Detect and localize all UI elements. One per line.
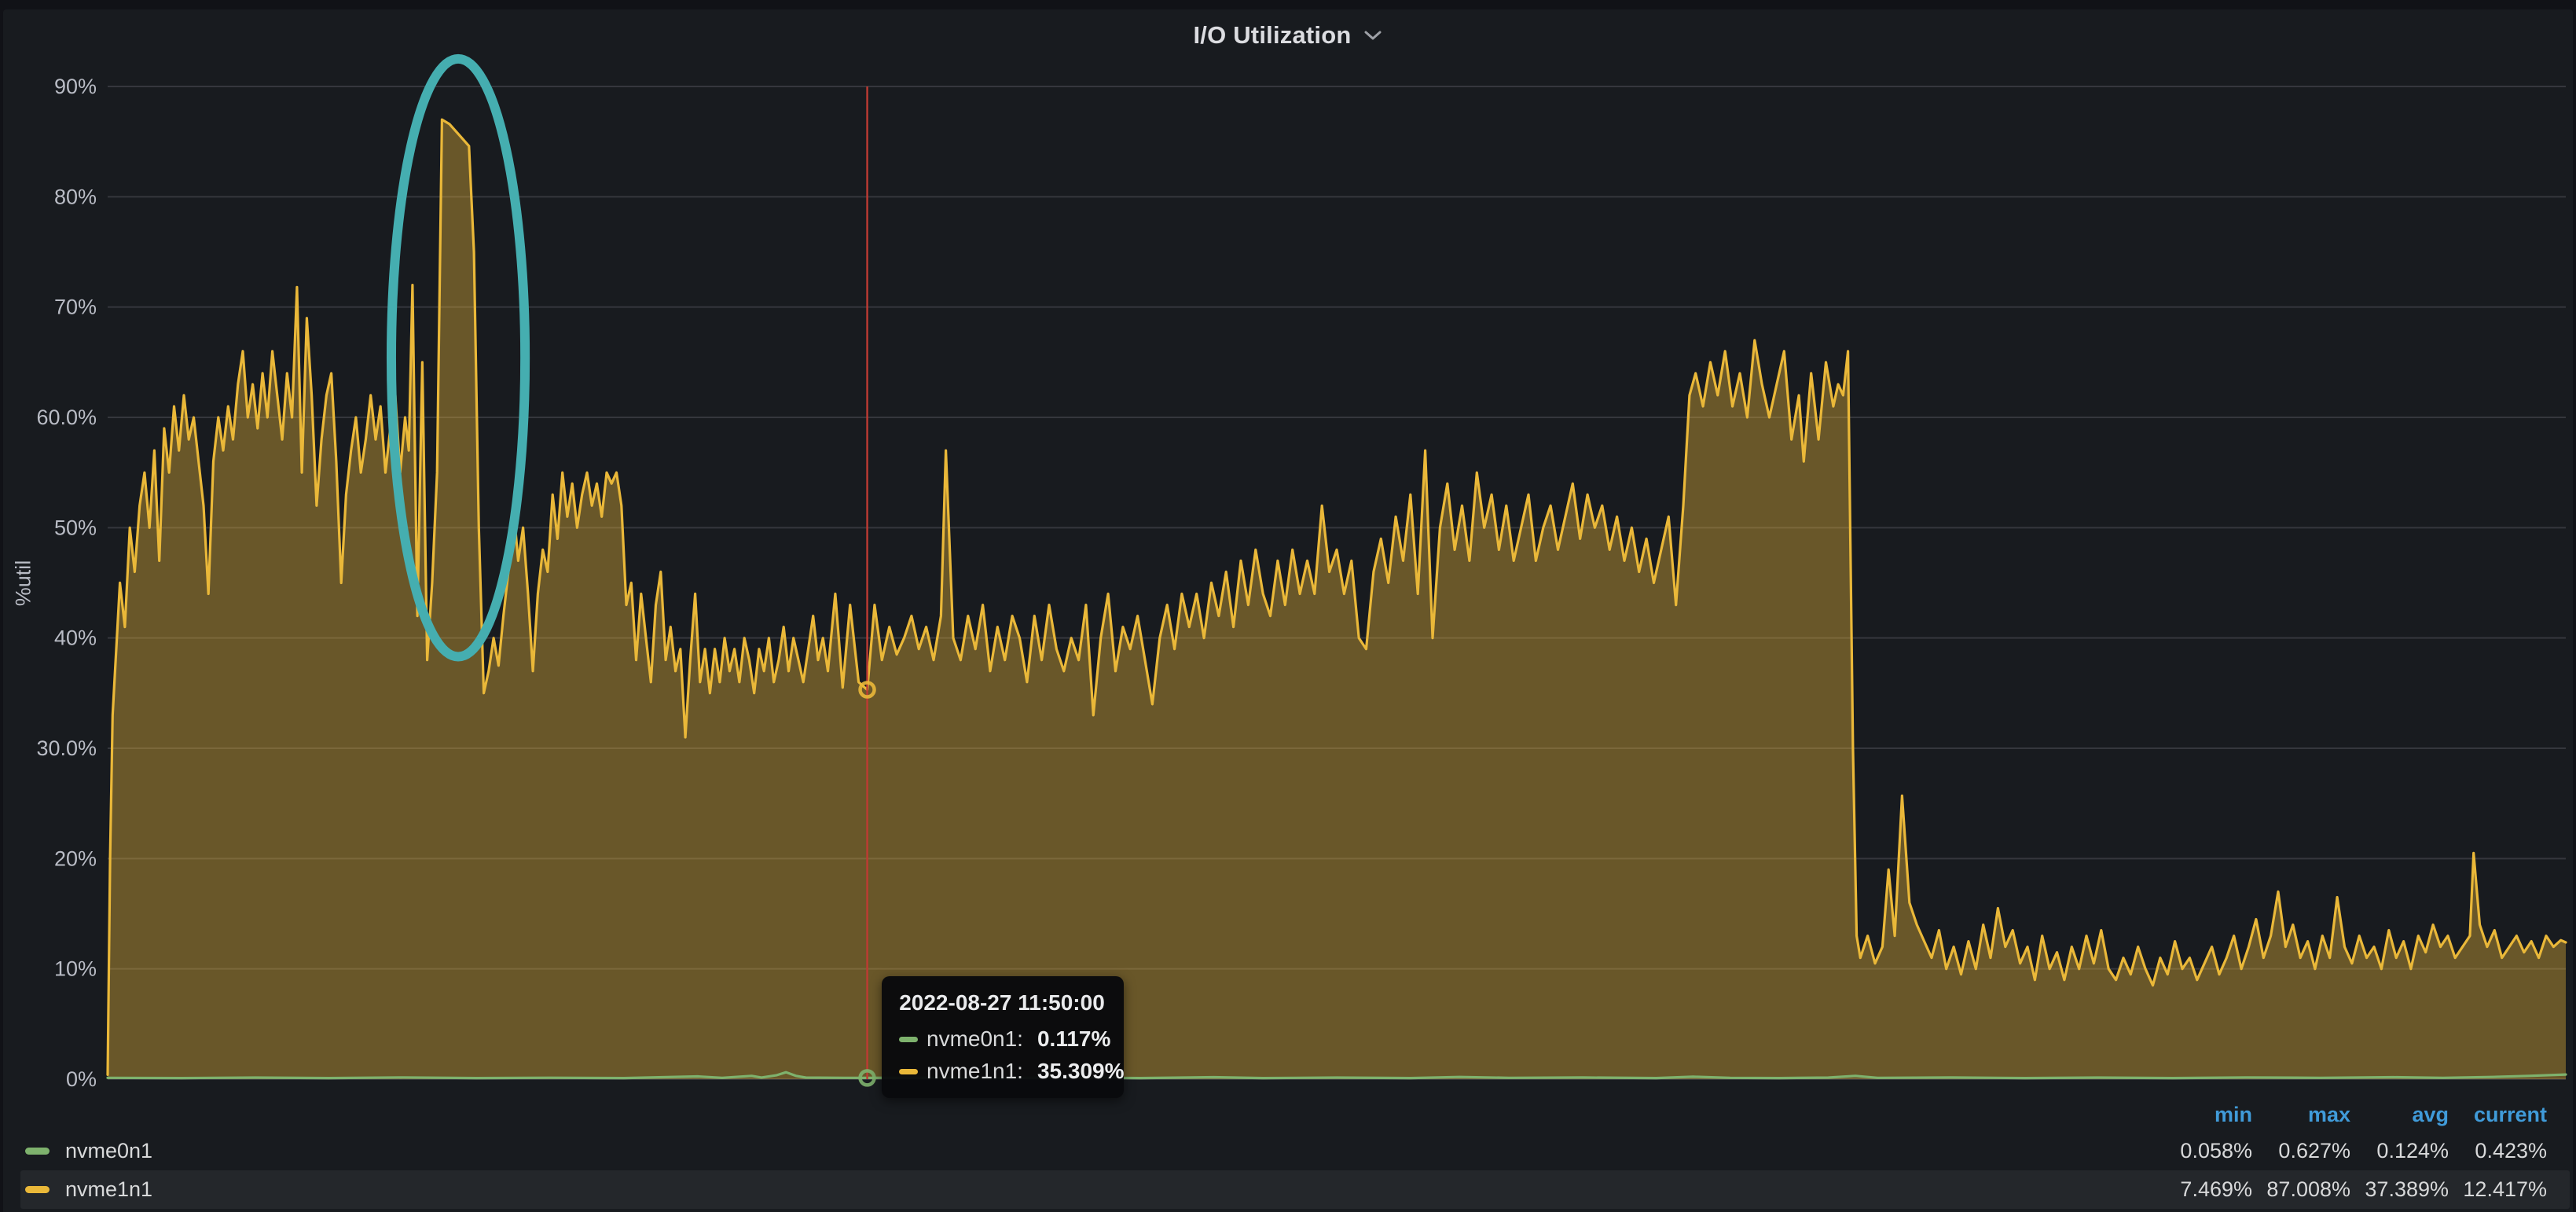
tooltip-series-value: 0.117% [1023,1027,1110,1052]
y-tick-label: 20% [54,847,97,870]
series-swatch-icon [25,1186,50,1193]
legend-min-value: 7.469% [2154,1177,2252,1202]
legend-current-value: 0.423% [2449,1139,2547,1163]
legend-row-nvme0n1: nvme0n1 0.058% 0.627% 0.124% 0.423% [20,1132,2570,1170]
y-tick-label: 10% [54,957,97,981]
series-swatch-icon [25,1148,50,1155]
legend-series-name: nvme0n1 [65,1139,152,1163]
legend-series-toggle[interactable]: nvme0n1 [20,1139,2154,1163]
y-tick-label: 80% [54,185,97,208]
tooltip-series-label: nvme0n1: [927,1027,1023,1052]
legend-current-value: 12.417% [2449,1177,2547,1202]
legend: min max avg current nvme0n1 0.058% 0.627… [0,1097,2576,1209]
y-tick-label: 70% [54,296,97,319]
panel-title[interactable]: I/O Utilization [1193,21,1351,50]
y-tick-label: 30.0% [36,736,97,760]
tooltip-series-label: nvme1n1: [927,1059,1023,1084]
legend-avg-value: 37.389% [2350,1177,2449,1202]
panel-header: I/O Utilization [0,9,2576,61]
tooltip-timestamp: 2022-08-27 11:50:00 [899,990,1105,1016]
y-tick-label: 40% [54,626,97,650]
legend-max-value: 87.008% [2252,1177,2350,1202]
legend-max-value: 0.627% [2252,1139,2350,1163]
y-tick-label: 0% [66,1067,97,1091]
io-utilization-chart[interactable]: 0% 10% 20% 30.0% 40% 50% 60.0% 70% 80% 90% [0,0,2576,1212]
legend-stat-avg[interactable]: avg [2350,1103,2449,1127]
legend-row-nvme1n1: nvme1n1 7.469% 87.008% 37.389% 12.417% [20,1170,2570,1209]
y-tick-label: 60.0% [36,406,97,429]
legend-stat-max[interactable]: max [2252,1103,2350,1127]
legend-series-name: nvme1n1 [65,1177,152,1202]
legend-series-toggle[interactable]: nvme1n1 [20,1177,2154,1202]
series-color-dash-icon [899,1037,918,1042]
tooltip-row-nvme1n1: nvme1n1: 35.309% [899,1059,1105,1084]
tooltip-series-value: 35.309% [1023,1059,1125,1084]
legend-stat-min[interactable]: min [2154,1103,2252,1127]
grafana-panel: I/O Utilization %util 0% 10% 20% 30.0% 40% 50… [0,0,2576,1212]
chevron-down-icon[interactable] [1363,28,1383,46]
series-area-nvme1n1 [108,119,2566,1079]
legend-stat-current[interactable]: current [2449,1103,2547,1127]
y-axis-unit-label: %util [12,560,36,607]
series-color-dash-icon [899,1069,918,1074]
y-tick-label: 50% [54,516,97,539]
legend-stats-header: min max avg current [0,1097,2576,1132]
chart-tooltip: 2022-08-27 11:50:00 nvme0n1: 0.117% nvme… [882,976,1124,1098]
legend-avg-value: 0.124% [2350,1139,2449,1163]
legend-min-value: 0.058% [2154,1139,2252,1163]
tooltip-row-nvme0n1: nvme0n1: 0.117% [899,1027,1105,1052]
y-tick-label: 90% [54,75,97,98]
